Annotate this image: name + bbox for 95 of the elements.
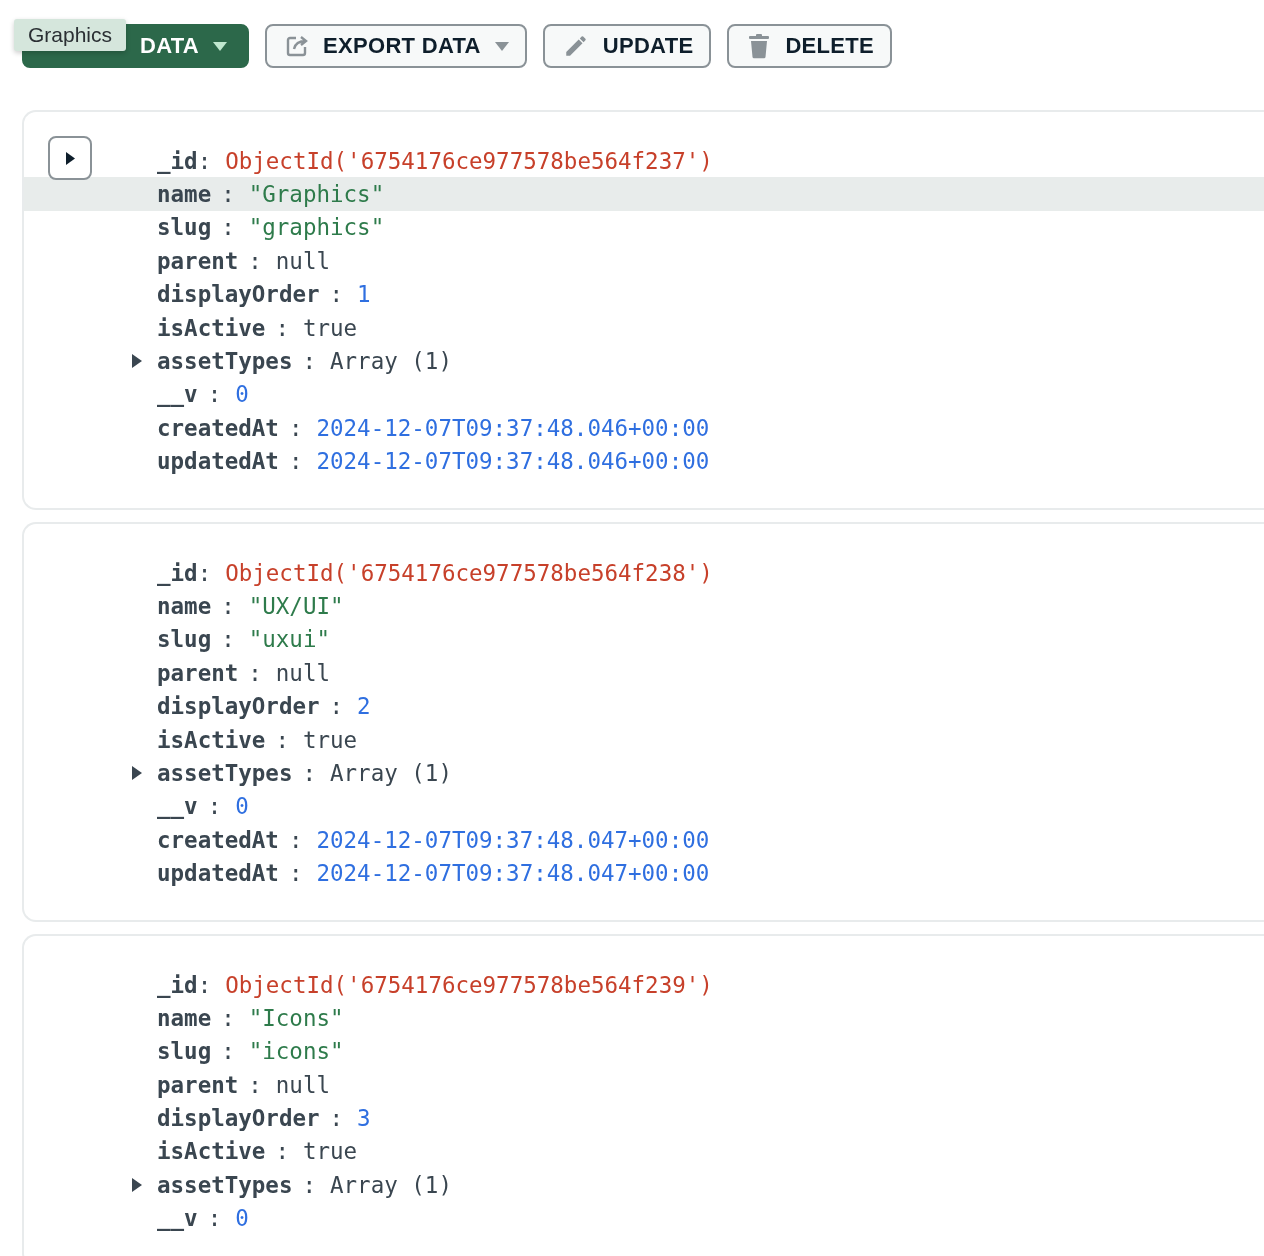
field-key: __v (157, 793, 198, 820)
field-key: name (157, 1004, 212, 1031)
expand-button[interactable] (48, 136, 92, 180)
field-key: createdAt (157, 826, 279, 853)
field-value: null (275, 659, 330, 686)
field-key: assetTypes (157, 1171, 293, 1198)
play-icon (65, 151, 75, 165)
field-value: 0 (235, 381, 249, 408)
colon: : (275, 314, 289, 341)
field-value: "uxui" (248, 626, 330, 653)
field-key: displayOrder (157, 1105, 320, 1132)
field-value: "icons" (248, 1038, 344, 1065)
field-key: __v (157, 1205, 198, 1232)
field-key: isActive (157, 1138, 266, 1165)
field-key: name (157, 593, 212, 619)
field-value: Array (1) (330, 1171, 452, 1198)
field-key: slug (157, 214, 212, 241)
colon: : (302, 759, 316, 786)
field-key: parent (157, 247, 239, 274)
field-value: true (302, 726, 358, 753)
colon: : (302, 1171, 316, 1198)
field-value: "UX/UI" (248, 593, 344, 619)
field-key: updatedAt (157, 860, 279, 887)
field-key: isActive (157, 726, 266, 753)
toolbar-button[interactable]: UPDATE (542, 24, 712, 68)
colon: : (221, 181, 235, 208)
colon: : (288, 860, 303, 887)
colon: : (329, 1105, 344, 1132)
colon: : (207, 793, 222, 820)
field-value: 2024-12-07T09:37:48.046+00:00 (316, 448, 710, 475)
export-icon (285, 34, 310, 58)
field-key: createdAt (157, 414, 279, 441)
field-value: 2024-12-07T09:37:48.047+00:00 (316, 826, 710, 853)
field-value: "graphics" (248, 214, 385, 241)
field-value: 0 (235, 1205, 249, 1232)
colon: : (197, 559, 212, 586)
field-key: slug (157, 626, 212, 653)
field-value: 1 (357, 281, 371, 308)
field-value: 0 (235, 793, 249, 820)
field-key: isActive (157, 314, 266, 341)
field-value: ObjectId('6754176ce977578be564f237') (225, 147, 713, 174)
field-key: assetTypes (157, 759, 293, 786)
colon: : (329, 281, 344, 308)
colon: : (302, 348, 316, 375)
expand-triangle-icon[interactable] (132, 354, 142, 369)
field-key: slug (157, 1038, 212, 1065)
field-key: _id (157, 971, 198, 998)
colon: : (288, 448, 303, 475)
colon: : (248, 659, 262, 686)
field-value: ObjectId('6754176ce977578be564f239') (225, 971, 713, 998)
colon: : (275, 1138, 289, 1165)
field-value: "Icons" (248, 1004, 344, 1031)
field-value: 2024-12-07T09:37:48.046+00:00 (316, 414, 710, 441)
field-key: parent (157, 1071, 239, 1098)
field-key: __v (157, 381, 198, 408)
colon: : (221, 626, 235, 653)
colon: : (221, 1004, 235, 1031)
tooltip: Graphics (14, 19, 127, 51)
expand-triangle-icon[interactable] (132, 765, 142, 780)
colon: : (221, 1038, 235, 1065)
colon: : (221, 214, 235, 241)
colon: : (275, 726, 289, 753)
colon: : (329, 693, 344, 720)
colon: : (248, 247, 262, 274)
colon: : (288, 414, 303, 441)
colon: : (197, 971, 212, 998)
field-key: parent (157, 659, 239, 686)
field-value: Array (1) (330, 759, 452, 786)
field-value: 2 (357, 693, 371, 720)
colon: : (221, 593, 235, 619)
expand-triangle-icon[interactable] (132, 1177, 142, 1192)
field-key: displayOrder (157, 693, 320, 720)
field-value: Array (1) (330, 348, 452, 375)
field-key: assetTypes (157, 348, 293, 375)
field-value: 3 (357, 1105, 371, 1132)
field-key: updatedAt (157, 448, 279, 475)
toolbar-button[interactable]: EXPORT DATA (265, 24, 527, 68)
trash-icon (747, 33, 772, 59)
colon: : (207, 381, 222, 408)
field-value: true (302, 314, 358, 341)
colon: : (207, 1205, 222, 1232)
field-key: displayOrder (157, 281, 320, 308)
field-value: "Graphics" (248, 181, 385, 208)
field-key: name (157, 181, 212, 208)
colon: : (248, 1071, 262, 1098)
field-key: _id (157, 559, 198, 586)
field-value: ObjectId('6754176ce977578be564f238') (225, 559, 713, 586)
field-key: _id (157, 147, 198, 174)
field-value: 2024-12-07T09:37:48.047+00:00 (316, 860, 710, 887)
colon: : (197, 147, 212, 174)
field-value: null (275, 1071, 330, 1098)
field-value: null (275, 247, 330, 274)
colon: : (288, 826, 303, 853)
field-value: true (302, 1138, 358, 1165)
toolbar-button[interactable]: DELETE (727, 24, 892, 68)
